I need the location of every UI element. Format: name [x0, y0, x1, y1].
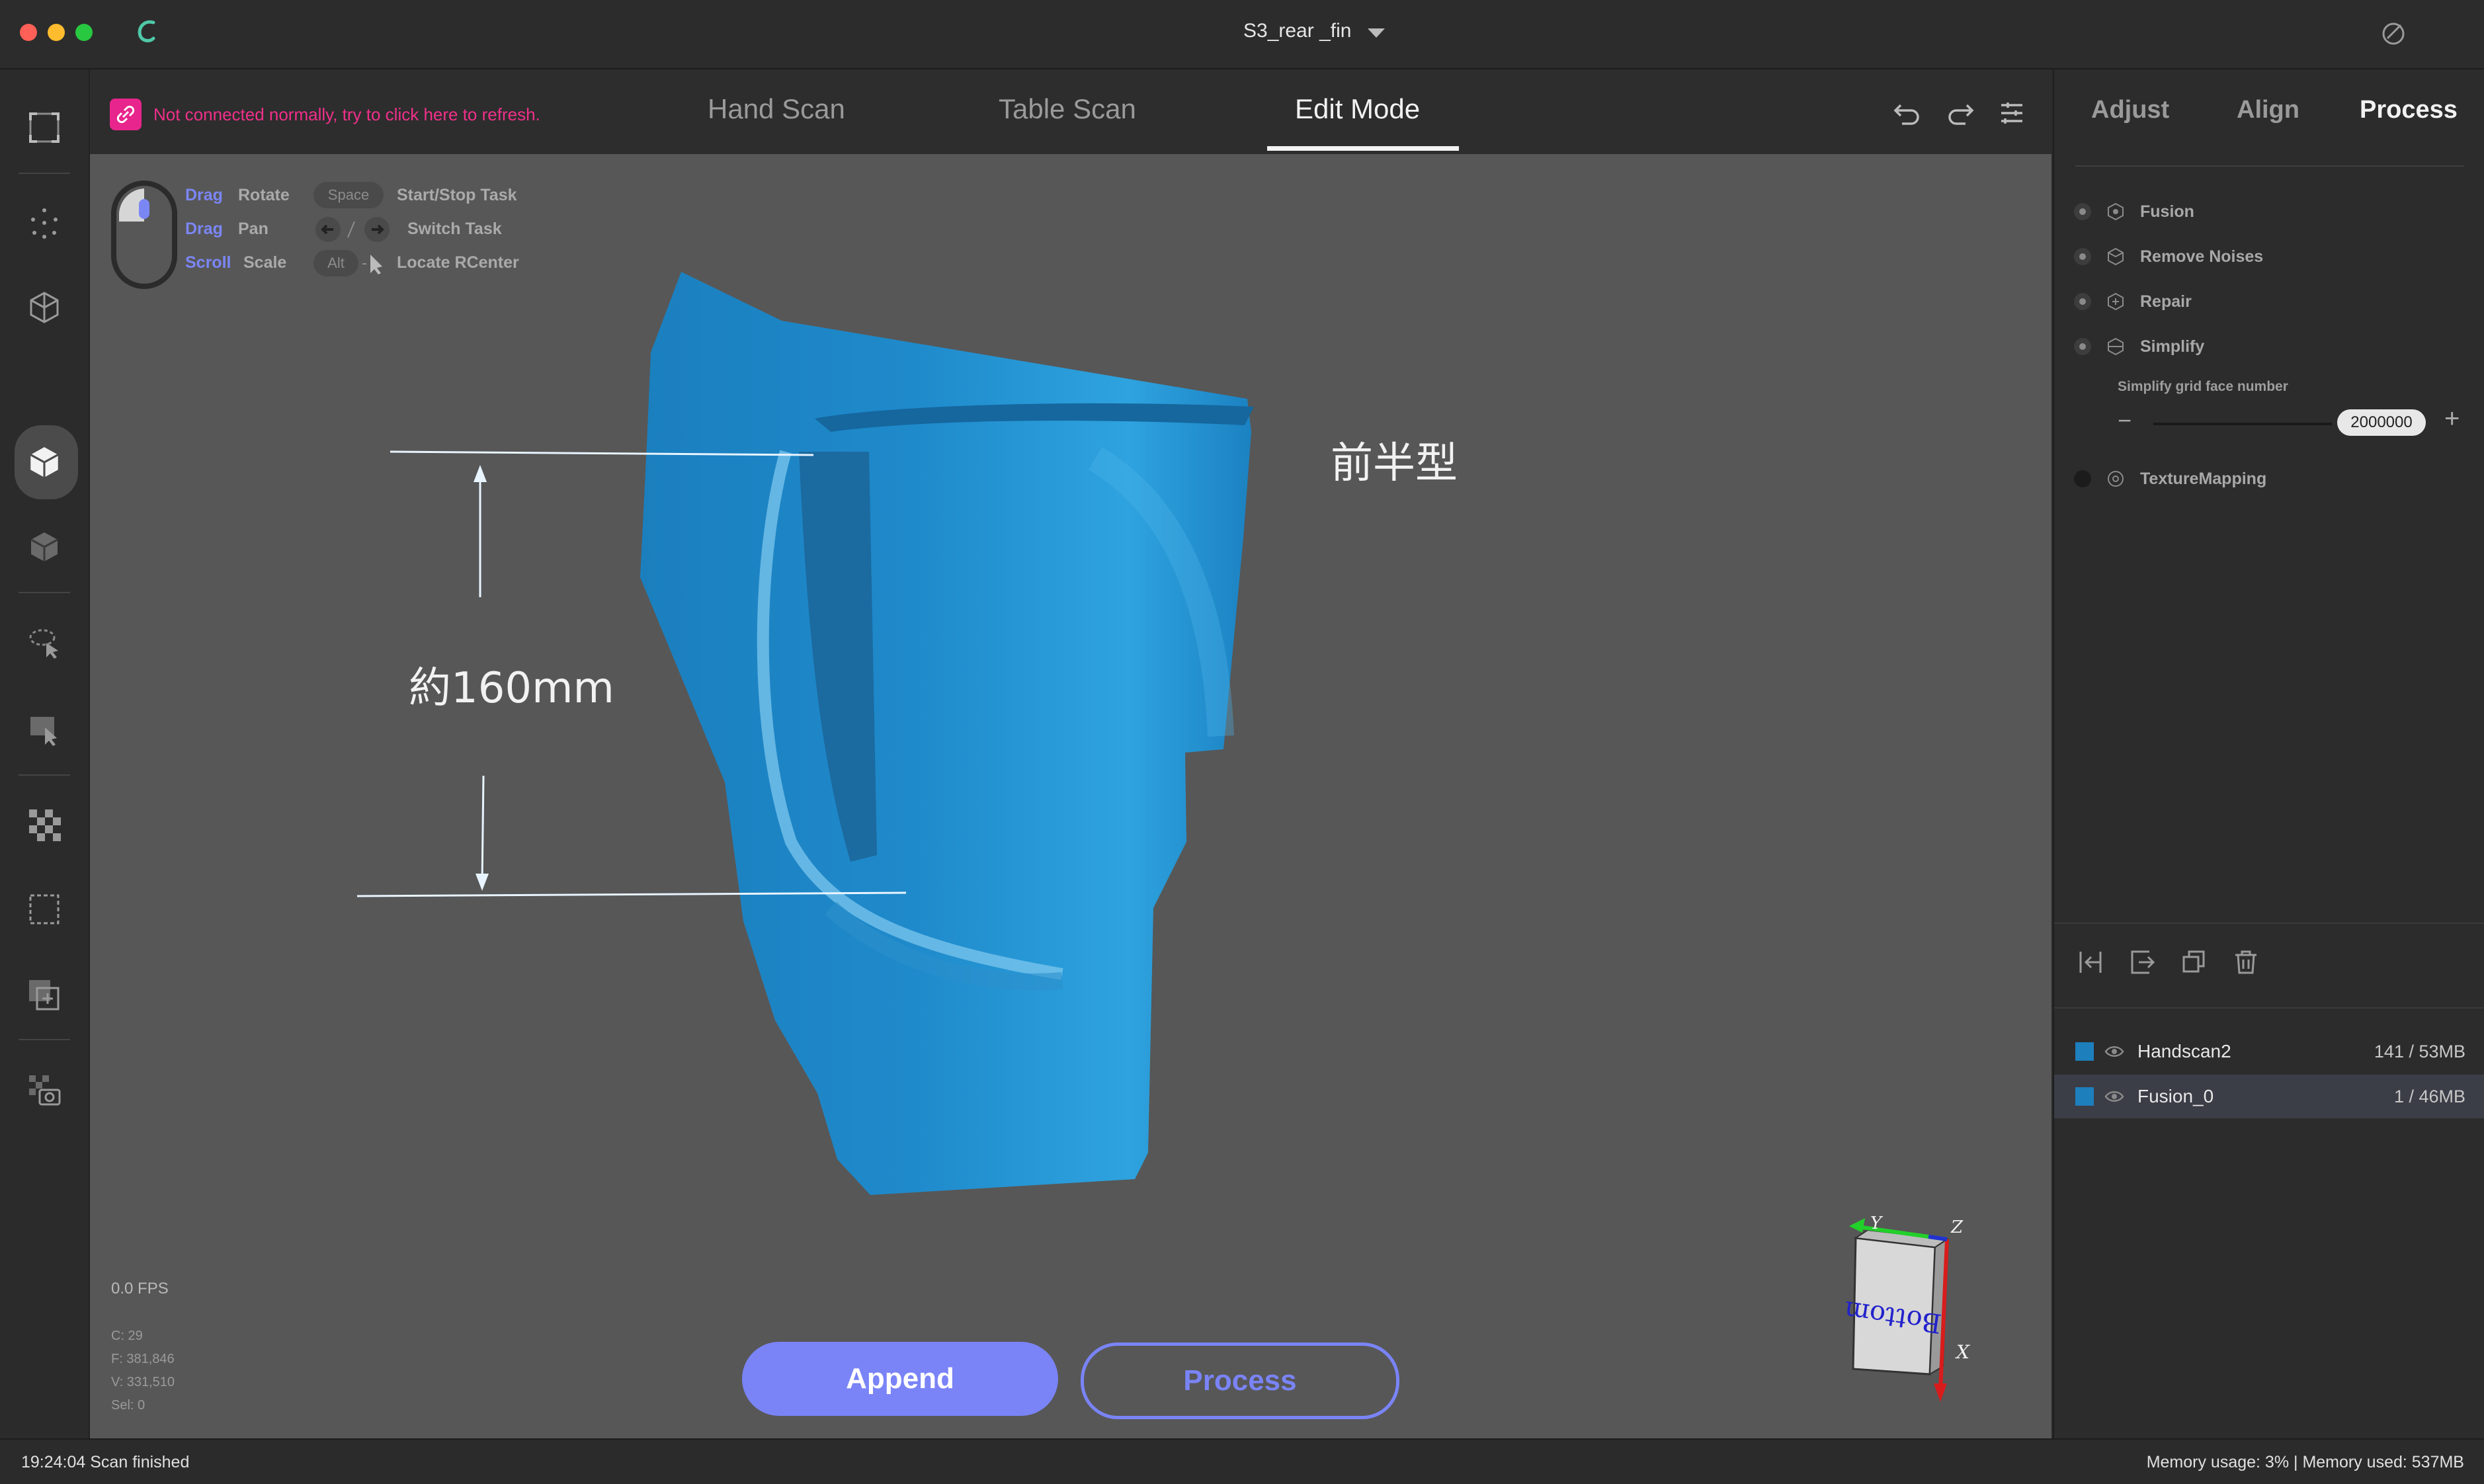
- trash-icon[interactable]: [2233, 949, 2259, 975]
- layer-color-swatch[interactable]: [2075, 1042, 2094, 1061]
- feedback-icon[interactable]: [2378, 19, 2409, 49]
- checker-texture-icon[interactable]: [21, 801, 68, 848]
- process-item-simplify[interactable]: Simplify: [2074, 337, 2204, 356]
- tab-hand-scan[interactable]: Hand Scan: [708, 93, 845, 125]
- zoom-window-button[interactable]: [75, 24, 93, 41]
- lasso-select-icon[interactable]: [21, 618, 68, 666]
- rect-select-icon[interactable]: [21, 706, 68, 753]
- dimension-label: 約160mm: [409, 664, 614, 713]
- mesh-wireframe-icon[interactable]: [21, 284, 68, 331]
- export-icon[interactable]: [2130, 949, 2156, 975]
- snapshot-icon[interactable]: [21, 1067, 68, 1114]
- active-tab-indicator: [1267, 146, 1459, 151]
- bounding-box-icon[interactable]: [21, 886, 68, 933]
- orientation-cube[interactable]: Bottom Y Z X: [1829, 1210, 1995, 1409]
- eye-icon[interactable]: [2104, 1089, 2124, 1104]
- menu-icon[interactable]: [1996, 97, 2028, 129]
- duplicate-icon[interactable]: [2181, 949, 2208, 975]
- axis-x-label: X: [1955, 1341, 1970, 1363]
- layer-name: Handscan2: [2137, 1041, 2231, 1061]
- app-logo-icon: [138, 20, 155, 42]
- fusion-icon: [2108, 202, 2124, 221]
- layer-stat: 141 / 53MB: [2374, 1041, 2465, 1061]
- repair-icon: [2108, 292, 2124, 311]
- tab-align[interactable]: Align: [2237, 96, 2299, 124]
- process-button[interactable]: Process: [1081, 1342, 1399, 1419]
- process-label: Simplify: [2140, 337, 2205, 356]
- link-broken-icon: [110, 99, 142, 130]
- layer-row[interactable]: Handscan2 141 / 53MB: [2054, 1030, 2484, 1073]
- radio[interactable]: [2074, 470, 2091, 487]
- point-cloud-icon[interactable]: [21, 199, 68, 247]
- stat-sel: Sel: 0: [111, 1398, 145, 1413]
- process-item-remove-noises[interactable]: Remove Noises: [2074, 247, 2263, 267]
- layer-name: Fusion_0: [2137, 1086, 2214, 1106]
- texture-mapping-icon: [2108, 471, 2124, 487]
- top-toolbar: Not connected normally, try to click her…: [90, 69, 2051, 154]
- append-button[interactable]: Append: [742, 1342, 1058, 1416]
- remove-noise-icon: [2108, 247, 2124, 266]
- title-bar: S3_rear _fin: [0, 0, 2484, 69]
- status-message: 19:24:04 Scan finished: [21, 1453, 190, 1471]
- undo-icon[interactable]: [1891, 97, 1923, 129]
- process-item-texture-mapping[interactable]: TextureMapping: [2074, 469, 2266, 489]
- tab-process[interactable]: Process: [2360, 96, 2458, 124]
- memory-usage: Memory usage: 3% | Memory used: 537MB: [2146, 1453, 2464, 1471]
- import-icon[interactable]: [2078, 949, 2104, 975]
- right-panel: Adjust Align Process Fusion Remove Noise…: [2053, 69, 2484, 1438]
- layer-stat: 1 / 46MB: [2393, 1086, 2465, 1106]
- radio[interactable]: [2074, 338, 2091, 355]
- layer-color-swatch[interactable]: [2075, 1087, 2094, 1106]
- status-bar: 19:24:04 Scan finished Memory usage: 3% …: [0, 1438, 2484, 1484]
- window-title[interactable]: S3_rear _fin: [1243, 20, 1351, 42]
- chevron-down-icon[interactable]: [1366, 26, 1386, 40]
- fps-readout: 0.0 FPS: [111, 1280, 169, 1298]
- radio[interactable]: [2074, 203, 2091, 220]
- process-label: Remove Noises: [2140, 247, 2264, 266]
- connection-notice[interactable]: Not connected normally, try to click her…: [110, 99, 540, 130]
- axis-z-label: Z: [1950, 1217, 1964, 1237]
- process-label: Repair: [2140, 292, 2192, 311]
- 3d-viewport[interactable]: Drag Rotate Space Start/Stop Task Drag P…: [90, 154, 2051, 1438]
- axis-y-label: Y: [1870, 1214, 1884, 1233]
- process-item-repair[interactable]: Repair: [2074, 292, 2192, 311]
- dimension-lines: [356, 450, 907, 897]
- minimize-window-button[interactable]: [48, 24, 65, 41]
- radio[interactable]: [2074, 248, 2091, 265]
- left-toolbar: [0, 69, 90, 1438]
- fit-view-icon[interactable]: [21, 104, 68, 151]
- textured-mesh-icon[interactable]: [21, 523, 68, 571]
- simplify-slider[interactable]: [2153, 423, 2332, 425]
- solid-mesh-icon[interactable]: [21, 438, 68, 486]
- increment-button[interactable]: +: [2444, 404, 2460, 434]
- notice-text[interactable]: Not connected normally, try to click her…: [153, 104, 540, 125]
- add-layer-icon[interactable]: [21, 971, 68, 1019]
- simplify-value-input[interactable]: 2000000: [2337, 409, 2426, 436]
- simplify-slider-label: Simplify grid face number: [2118, 379, 2288, 394]
- stat-v: V: 331,510: [111, 1375, 175, 1389]
- radio[interactable]: [2074, 293, 2091, 310]
- part-name-label: 前半型: [1331, 439, 1458, 488]
- stat-c: C: 29: [111, 1329, 143, 1343]
- process-label: Fusion: [2140, 202, 2194, 221]
- decrement-button[interactable]: −: [2118, 407, 2132, 434]
- tab-adjust[interactable]: Adjust: [2091, 96, 2169, 124]
- process-item-fusion[interactable]: Fusion: [2074, 202, 2194, 222]
- tab-table-scan[interactable]: Table Scan: [999, 93, 1136, 125]
- tab-edit-mode[interactable]: Edit Mode: [1295, 93, 1420, 125]
- close-window-button[interactable]: [20, 24, 37, 41]
- stat-f: F: 381,846: [111, 1352, 175, 1366]
- layer-row[interactable]: Fusion_0 1 / 46MB: [2054, 1075, 2484, 1118]
- redo-icon[interactable]: [1944, 97, 1976, 129]
- eye-icon[interactable]: [2104, 1044, 2124, 1059]
- simplify-icon: [2108, 337, 2124, 356]
- process-label: TextureMapping: [2140, 469, 2267, 488]
